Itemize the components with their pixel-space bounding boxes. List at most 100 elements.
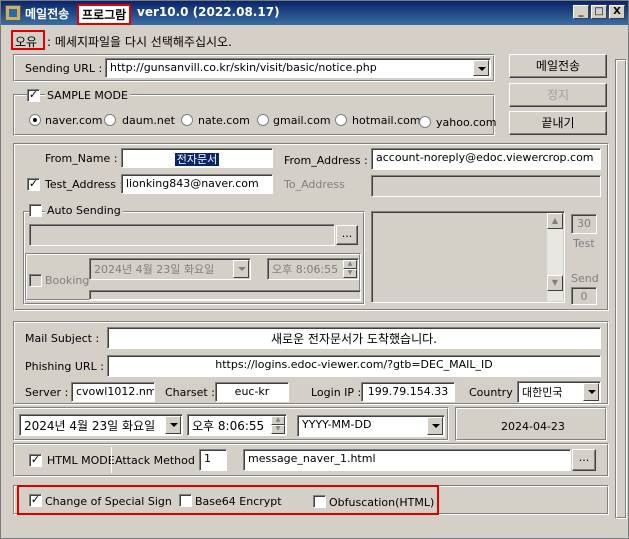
radio-daum[interactable] [104,114,116,126]
date-preview: 2024-04-23 [501,420,565,433]
chevron-down-icon[interactable] [165,416,181,434]
from-name-label: From_Name : [45,152,118,165]
radio-nate-label: nate.com [198,114,250,127]
booking-time-spinner[interactable]: ▲ ▼ [343,260,357,278]
test-label: Test [573,237,595,250]
maximize-button[interactable]: □ [591,5,607,19]
sample-mode-label: SAMPLE MODE [45,89,130,102]
test-address-checkbox[interactable]: ✓ [27,178,40,191]
spin-down-icon[interactable]: ▼ [271,425,285,434]
booking-progress-bar [89,290,361,300]
country-select[interactable]: 대한민국 [517,381,601,403]
spin-down-icon[interactable]: ▼ [343,269,357,278]
country-label: Country : [469,386,520,399]
send-label: Send [571,272,599,285]
chevron-down-icon[interactable] [583,383,599,401]
spin-up-icon[interactable]: ▲ [271,416,285,425]
html-mode-checkbox[interactable]: ✓ [29,454,42,467]
special-sign-checkbox[interactable]: ✓ [29,494,42,507]
separator [111,447,112,473]
date-value: 2024년 4월 23일 화요일 [24,419,156,433]
sending-url-value: http://gunsanvill.co.kr/skin/visit/basic… [110,61,377,74]
chevron-down-icon[interactable] [233,260,249,278]
booking-label: Booking [45,274,90,287]
main-window: 메일전송 프로그람 ver10.0 (2022.08.17) _ □ X 오유 … [0,0,629,539]
radio-nate[interactable] [181,114,193,126]
auto-sending-checkbox[interactable] [29,204,42,217]
sending-url-label: Sending URL : [25,62,103,75]
subject-label: Mail Subject : [25,332,100,345]
country-value: 대한민국 [522,386,563,399]
date-picker[interactable]: 2024년 4월 23일 화요일 [19,414,183,436]
booking-checkbox[interactable] [29,274,42,287]
auto-sending-label: Auto Sending [45,204,123,217]
radio-hotmail[interactable] [335,114,347,126]
charset-input[interactable]: euc-kr [215,382,289,402]
close-button[interactable]: X [609,5,625,19]
to-address-input[interactable] [371,175,601,197]
scroll-down-icon[interactable]: ▼ [547,275,563,291]
radio-gmail[interactable] [257,114,269,126]
auto-sending-path-input[interactable] [29,224,335,246]
window-title-version: ver10.0 (2022.08.17) [137,5,280,19]
log-list[interactable] [371,211,565,303]
from-name-value: 전자문서 [174,153,220,166]
phishing-url-input[interactable]: https://logins.edoc-viewer.com/?gtb=DEC_… [107,355,601,377]
radio-naver-label: naver.com [45,114,103,127]
booking-time-picker[interactable]: 오후 8:06:55 ▲ ▼ [267,258,359,280]
window-title-prefix: 메일전송 [25,7,70,21]
phishing-url-label: Phishing URL : [25,360,104,373]
date-format-value: YYYY-MM-DD [302,418,372,431]
radio-naver[interactable] [29,114,41,126]
base64-checkbox[interactable] [179,494,192,507]
special-sign-label: Change of Special Sign [45,495,172,508]
login-ip-input[interactable]: 199.79.154.33 [361,382,455,402]
attack-method-input[interactable]: 1 [199,449,227,471]
message-file-browse-button[interactable]: ... [572,449,596,471]
test-address-label: Test_Address : [45,178,124,191]
attack-method-label: Attack Method : [115,454,203,467]
minimize-button[interactable]: _ [573,5,589,19]
server-input[interactable]: cvowl1012.nm [71,382,155,402]
radio-hotmail-label: hotmail.com [352,114,421,127]
obfuscation-checkbox[interactable] [313,495,326,508]
scroll-up-icon[interactable]: ▲ [547,213,563,229]
obfuscation-label: Obfuscation(HTML) [329,496,435,509]
window-title-highlight: 프로그람 [77,4,132,25]
from-address-input[interactable]: account-noreply@edoc.viewercrop.com [371,148,601,170]
exit-button[interactable]: 끝내기 [509,111,607,135]
message-file-input[interactable]: message_naver_1.html [243,449,571,471]
booking-date-picker[interactable]: 2024년 4월 23일 화요일 [89,258,251,280]
stop-button[interactable]: 정지 [509,83,607,107]
from-name-input[interactable]: 전자문서 [121,148,273,168]
side-scroll-track[interactable] [615,59,627,519]
subject-input[interactable]: 새로운 전자문서가 도착했습니다. [107,327,601,349]
time-picker[interactable]: 오후 8:06:55 ▲ ▼ [187,414,287,436]
server-label: Server : [25,386,69,399]
charset-label: Charset : [165,386,215,399]
test-count-field: 30 [571,214,597,234]
radio-daum-label: daum.net [122,114,175,127]
date-format-select[interactable]: YYYY-MM-DD [297,415,445,437]
error-label: 오유 [15,35,38,49]
radio-yahoo[interactable] [419,116,431,128]
auto-sending-browse-button[interactable]: ... [336,225,358,245]
spin-up-icon[interactable]: ▲ [343,260,357,269]
send-button[interactable]: 메일전송 [509,54,607,78]
to-address-label: To_Address [284,178,345,191]
booking-time-value: 오후 8:06:55 [272,263,339,276]
booking-date-value: 2024년 4월 23일 화요일 [94,263,215,276]
base64-label: Base64 Encrypt [195,495,282,508]
title-bar[interactable]: 메일전송 프로그람 ver10.0 (2022.08.17) _ □ X [1,1,628,25]
test-address-input[interactable]: lionking843@naver.com [121,174,273,194]
time-value: 오후 8:06:55 [192,419,265,433]
chevron-down-icon[interactable] [473,60,489,76]
sending-url-select[interactable]: http://gunsanvill.co.kr/skin/visit/basic… [105,58,491,78]
html-mode-label: HTML MODE [47,454,115,467]
app-icon [5,5,21,21]
radio-yahoo-label: yahoo.com [436,116,497,129]
from-address-label: From_Address : [284,154,368,167]
time-spinner[interactable]: ▲ ▼ [271,416,285,434]
chevron-down-icon[interactable] [427,417,443,435]
sample-mode-checkbox[interactable]: ✓ [27,89,40,102]
